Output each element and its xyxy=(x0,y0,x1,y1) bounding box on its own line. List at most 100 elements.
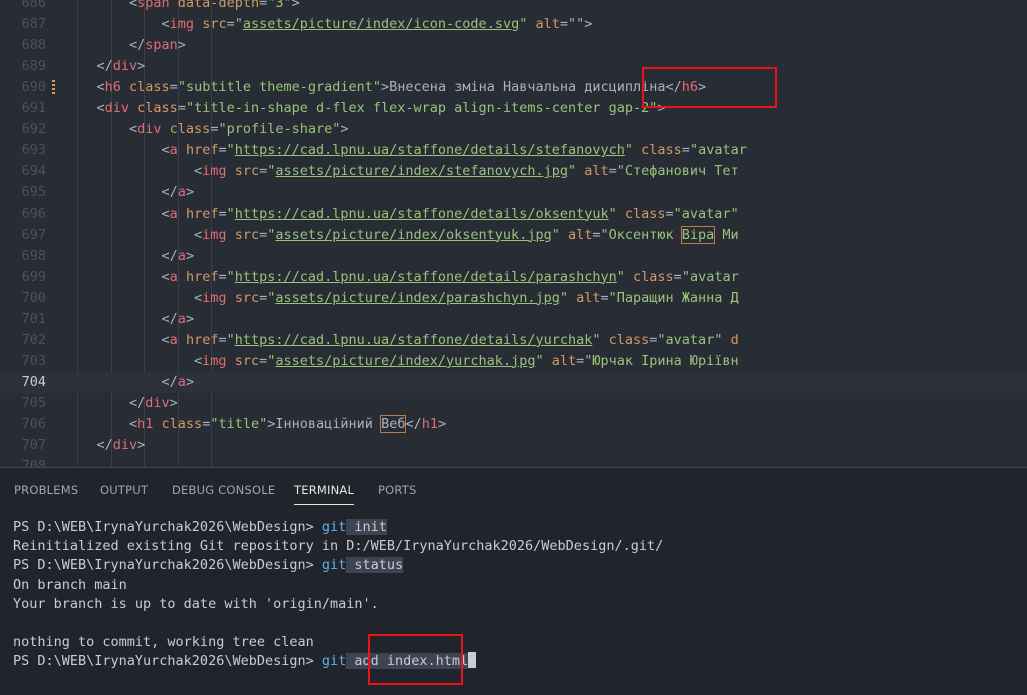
line-number: 698 xyxy=(21,247,46,264)
code-line-686[interactable]: 686 <span data-depth="3"> xyxy=(0,0,1027,14)
code-token: " xyxy=(226,142,235,159)
code-token: div xyxy=(112,437,138,454)
line-number: 688 xyxy=(21,37,46,54)
code-token: href xyxy=(177,142,219,159)
code-line-702[interactable]: 702 <a href="https://cad.lpnu.ua/staffon… xyxy=(0,330,1027,351)
code-token: </ xyxy=(64,37,146,54)
code-token: assets/picture/index/oksentyuk.jpg xyxy=(275,226,552,243)
code-text[interactable]: <span data-depth="3"> xyxy=(64,0,300,14)
code-editor[interactable]: 686 <span data-depth="3"> 687 <img src="a… xyxy=(0,0,1027,467)
code-token: > xyxy=(437,416,447,432)
code-text[interactable]: <img src="assets/picture/index/oksentyuk… xyxy=(64,225,739,246)
code-token: < xyxy=(64,79,105,96)
code-line-698[interactable]: 698 </a> xyxy=(0,246,1027,267)
code-token: </ xyxy=(64,184,178,201)
code-text[interactable]: <h6 class="subtitle theme-gradient">Внес… xyxy=(64,77,707,98)
code-line-700[interactable]: 700 <img src="assets/picture/index/paras… xyxy=(0,288,1027,309)
code-token: "profile-share" xyxy=(218,121,341,138)
code-line-704[interactable]: 704 </a> xyxy=(0,371,1027,393)
code-line-697[interactable]: 697 <img src="assets/picture/index/oksen… xyxy=(0,225,1027,246)
code-line-688[interactable]: 688 </span> xyxy=(0,35,1027,56)
code-token: < xyxy=(64,121,138,138)
terminal-output-line: Reinitialized existing Git repository in… xyxy=(13,537,1013,556)
code-token: src xyxy=(226,163,260,180)
line-number: 704 xyxy=(21,373,46,390)
tab-debug-console[interactable]: DEBUG CONSOLE xyxy=(172,483,275,497)
terminal-output-line: On branch main xyxy=(13,576,1013,595)
code-token: Ми xyxy=(714,226,739,243)
line-number: 696 xyxy=(21,205,46,222)
annotation-box-editor xyxy=(642,67,777,108)
code-line-695[interactable]: 695 </a> xyxy=(0,182,1027,203)
code-token: </ xyxy=(64,58,113,75)
code-text[interactable]: <div class="title-in-shape d-flex flex-w… xyxy=(64,98,666,119)
code-line-687[interactable]: 687 <img src="assets/picture/index/icon-… xyxy=(0,14,1027,35)
line-number: 699 xyxy=(21,268,46,285)
code-token: " xyxy=(559,289,568,306)
code-token: Внесена зміна Навчальна дисципліна xyxy=(389,79,666,96)
code-token: "Паращин Жанна Д xyxy=(608,289,739,306)
code-text[interactable]: <h1 class="title">Інноваційний Веб</h1> xyxy=(64,414,446,435)
line-number: 693 xyxy=(21,142,46,159)
code-text[interactable]: <div class="profile-share"> xyxy=(64,119,349,140)
code-text[interactable]: </a> xyxy=(64,309,195,330)
tab-ports[interactable]: PORTS xyxy=(378,483,416,497)
code-text[interactable]: </div> xyxy=(64,56,146,77)
code-line-693[interactable]: 693 <a href="https://cad.lpnu.ua/staffon… xyxy=(0,140,1027,161)
code-token: = xyxy=(259,0,268,11)
terminal-command-line: PS D:\WEB\IrynaYurchak2026\WebDesign> gi… xyxy=(13,518,1013,537)
code-token: = xyxy=(559,16,568,33)
terminal-output[interactable]: PS D:\WEB\IrynaYurchak2026\WebDesign> gi… xyxy=(13,518,1013,672)
code-text[interactable]: <a href="https://cad.lpnu.ua/staffone/de… xyxy=(64,267,739,288)
code-line-694[interactable]: 694 <img src="assets/picture/index/stefa… xyxy=(0,161,1027,182)
tab-problems[interactable]: PROBLEMS xyxy=(14,483,78,497)
code-token: > xyxy=(584,16,593,33)
code-token: a xyxy=(177,184,186,201)
code-token: "title" xyxy=(210,416,268,432)
code-line-708[interactable]: 708 xyxy=(0,456,1027,467)
code-line-696[interactable]: 696 <a href="https://cad.lpnu.ua/staffon… xyxy=(0,204,1027,225)
code-text[interactable]: <img src= "assets/picture/index/yurchak.j… xyxy=(64,351,739,372)
code-token: = xyxy=(259,163,268,180)
code-text[interactable]: <a href="https://cad.lpnu.ua/staffone/de… xyxy=(64,204,739,225)
code-token: = xyxy=(673,268,682,285)
code-line-705[interactable]: 705 </div> xyxy=(0,393,1027,414)
code-token: = xyxy=(608,163,617,180)
code-token: alt xyxy=(576,163,609,180)
code-text[interactable]: </a> xyxy=(64,372,195,393)
code-line-701[interactable]: 701 </a> xyxy=(0,309,1027,330)
code-token: < xyxy=(64,226,203,243)
code-token: < xyxy=(64,268,170,285)
code-text[interactable]: <a href="https://cad.lpnu.ua/staffone/de… xyxy=(64,330,739,351)
code-token: < xyxy=(64,163,203,180)
code-text[interactable]: <img src="assets/picture/index/icon-code… xyxy=(64,14,593,35)
code-token: h6 xyxy=(104,79,121,96)
code-token: " xyxy=(226,268,235,285)
bottom-panel: PROBLEMS OUTPUT DEBUG CONSOLE TERMINAL PORTS… xyxy=(0,468,1027,695)
code-line-699[interactable]: 699 <a href="https://cad.lpnu.ua/staffon… xyxy=(0,267,1027,288)
code-line-692[interactable]: 692 <div class="profile-share"> xyxy=(0,119,1027,140)
code-line-691[interactable]: 691 <div class="title-in-shape d-flex fl… xyxy=(0,98,1027,119)
tab-output[interactable]: OUTPUT xyxy=(100,483,148,497)
code-text[interactable]: </a> xyxy=(64,182,195,203)
code-token: class xyxy=(616,205,666,222)
terminal-command-args: init xyxy=(346,519,387,535)
terminal-command: git xyxy=(321,557,347,574)
code-text[interactable]: </div> xyxy=(64,393,178,414)
code-text[interactable]: <img src="assets/picture/index/parashchy… xyxy=(64,288,739,309)
code-line-703[interactable]: 703 <img src= "assets/picture/index/yurch… xyxy=(0,351,1027,372)
tab-terminal[interactable]: TERMINAL xyxy=(294,483,355,505)
code-line-706[interactable]: 706 <h1 class="title">Інноваційний Веб</… xyxy=(0,414,1027,435)
code-text[interactable]: <img src="assets/picture/index/stefanovy… xyxy=(64,161,739,182)
line-number: 687 xyxy=(21,16,46,33)
code-line-690[interactable]: 690 <h6 class="subtitle theme-gradient">… xyxy=(0,77,1027,98)
code-text[interactable]: </a> xyxy=(64,246,195,267)
code-text[interactable]: </div> xyxy=(64,435,146,456)
code-text[interactable]: </span> xyxy=(64,35,186,56)
code-text[interactable]: <a href="https://cad.lpnu.ua/staffone/de… xyxy=(64,140,747,161)
code-line-707[interactable]: 707 </div> xyxy=(0,435,1027,456)
code-token: "avatar" xyxy=(657,331,723,348)
code-token: div xyxy=(112,58,138,75)
code-line-689[interactable]: 689 </div> xyxy=(0,56,1027,77)
